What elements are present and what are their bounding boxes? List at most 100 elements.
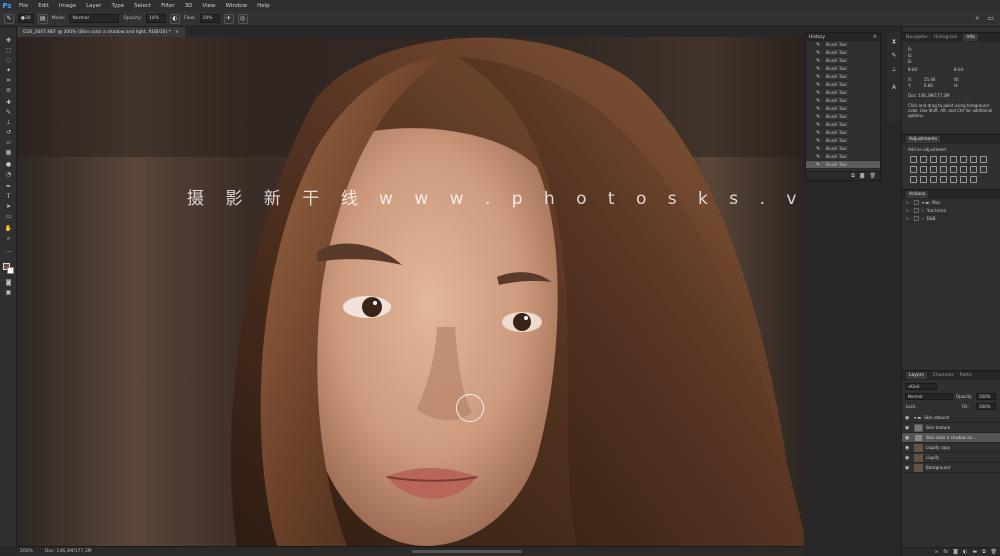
layer-kind-filter[interactable]: ⌕ Kind: [905, 383, 937, 390]
zoom-tool-icon[interactable]: ⌕: [4, 235, 13, 242]
healing-tool-icon[interactable]: ✚: [4, 99, 13, 106]
brush-tool-icon[interactable]: ✎: [4, 109, 13, 116]
adjustment-icon[interactable]: [910, 166, 917, 173]
brush-preset-picker[interactable]: ● 30: [18, 14, 34, 23]
history-item[interactable]: ✎ Brush Tool: [806, 105, 880, 113]
menu-layer[interactable]: Layer: [81, 3, 106, 9]
layer-name[interactable]: Skin texture: [926, 425, 950, 430]
history-item[interactable]: ✎ Brush Tool: [806, 145, 880, 153]
add-mask-icon[interactable]: ◙: [953, 549, 958, 555]
delete-layer-icon[interactable]: 🗑: [991, 549, 997, 555]
new-group-icon[interactable]: ▬: [972, 549, 977, 555]
layer-name[interactable]: Skin retouch: [924, 415, 949, 420]
workspace-icon[interactable]: ▭: [987, 14, 994, 23]
layer-row[interactable]: ◉ ▾ ▬ Skin retouch: [902, 413, 1000, 423]
layer-row[interactable]: ◉ Liquify: [902, 453, 1000, 463]
adjustment-icon[interactable]: [940, 176, 947, 183]
action-item[interactable]: ✓ › D&B: [902, 215, 1000, 223]
action-check-icon[interactable]: ✓: [906, 216, 911, 221]
adjustment-icon[interactable]: [910, 176, 917, 183]
pressure-opacity-icon[interactable]: ◐: [169, 13, 180, 24]
menu-image[interactable]: Image: [54, 3, 81, 9]
layer-row[interactable]: ◉ Skin color a shadow an...: [902, 433, 1000, 443]
new-layer-icon[interactable]: ⧉: [982, 549, 986, 555]
tab-histogram[interactable]: Histogram: [934, 35, 957, 40]
menu-file[interactable]: File: [14, 3, 33, 9]
history-item[interactable]: ✎ Brush Tool: [806, 161, 880, 169]
blur-tool-icon[interactable]: ●: [4, 161, 13, 168]
adjustment-icon[interactable]: [920, 176, 927, 183]
history-item[interactable]: ✎ Brush Tool: [806, 81, 880, 89]
camera-icon[interactable]: ◙: [860, 173, 865, 179]
brush-tool-icon[interactable]: ✎: [4, 13, 14, 24]
layer-thumbnail[interactable]: [914, 463, 923, 472]
eye-icon[interactable]: ◉: [905, 415, 911, 421]
flow-input[interactable]: 10%: [199, 14, 220, 23]
brush-settings-icon[interactable]: ✎: [890, 52, 898, 60]
layer-name[interactable]: Liquify copy: [926, 445, 950, 450]
mode-select[interactable]: Normal: [69, 14, 120, 23]
menu-3d[interactable]: 3D: [180, 3, 198, 9]
tab-channels[interactable]: Channels: [933, 373, 954, 378]
eraser-tool-icon[interactable]: ▱: [4, 139, 13, 146]
action-dialog-toggle[interactable]: [914, 216, 919, 221]
history-item[interactable]: ✎ Brush Tool: [806, 129, 880, 137]
adjustment-icon[interactable]: [980, 156, 987, 163]
layer-style-icon[interactable]: fx: [943, 549, 948, 555]
history-item[interactable]: ✎ Brush Tool: [806, 121, 880, 129]
opacity-input[interactable]: 14%: [145, 14, 166, 23]
screen-mode-icon[interactable]: ▣: [4, 289, 13, 296]
history-item[interactable]: ✎ Brush Tool: [806, 57, 880, 65]
folder-icon[interactable]: ▾ ▬: [914, 415, 921, 420]
adjustment-icon[interactable]: [950, 156, 957, 163]
eye-icon[interactable]: ◉: [905, 445, 911, 451]
adjustment-icon[interactable]: [980, 166, 987, 173]
history-item[interactable]: ✎ Brush Tool: [806, 113, 880, 121]
lasso-tool-icon[interactable]: ◌: [4, 57, 13, 64]
character-panel-icon[interactable]: A: [890, 84, 898, 92]
tab-navigator[interactable]: Navigator: [906, 35, 928, 40]
tab-info[interactable]: Info: [963, 34, 978, 41]
adjustment-icon[interactable]: [960, 166, 967, 173]
fill-input[interactable]: 100%: [976, 403, 996, 410]
layer-name[interactable]: Skin color a shadow an...: [926, 435, 976, 440]
adjustment-icon[interactable]: [930, 166, 937, 173]
layer-row[interactable]: ◉ Background: [902, 463, 1000, 473]
history-item[interactable]: ✎ Brush Tool: [806, 89, 880, 97]
type-tool-icon[interactable]: T: [4, 193, 13, 200]
layer-thumbnail[interactable]: [914, 443, 923, 452]
adjustment-icon[interactable]: [930, 176, 937, 183]
airbrush-icon[interactable]: ✈: [223, 13, 234, 24]
quick-mask-icon[interactable]: ◙: [4, 279, 13, 286]
shape-tool-icon[interactable]: ▭: [4, 213, 13, 220]
adjustment-icon[interactable]: [930, 156, 937, 163]
adjustment-icon[interactable]: [960, 156, 967, 163]
menu-filter[interactable]: Filter: [156, 3, 180, 9]
link-layers-icon[interactable]: ∞: [934, 549, 938, 555]
trash-icon[interactable]: 🗑: [870, 173, 876, 179]
layer-name[interactable]: Liquify: [926, 455, 939, 460]
eyedropper-tool-icon[interactable]: ⊘: [4, 87, 13, 94]
new-snapshot-icon[interactable]: ⧉: [851, 173, 855, 179]
pen-tool-icon[interactable]: ✒: [4, 183, 13, 190]
action-item[interactable]: ✓ › Частотка: [902, 207, 1000, 215]
layer-opacity-input[interactable]: 100%: [976, 393, 996, 400]
history-item[interactable]: ✎ Brush Tool: [806, 137, 880, 145]
dodge-tool-icon[interactable]: ◔: [4, 171, 13, 178]
adjustment-icon[interactable]: [920, 156, 927, 163]
history-item[interactable]: ✎ Brush Tool: [806, 73, 880, 81]
menu-window[interactable]: Window: [220, 3, 252, 9]
menu-select[interactable]: Select: [129, 3, 156, 9]
gradient-tool-icon[interactable]: ▦: [4, 149, 13, 156]
history-item[interactable]: ✎ Brush Tool: [806, 49, 880, 57]
eye-icon[interactable]: ◉: [905, 465, 911, 471]
horizontal-scrollbar[interactable]: [412, 550, 522, 553]
history-item[interactable]: ✎ Brush Tool: [806, 153, 880, 161]
marquee-tool-icon[interactable]: ⬚: [4, 47, 13, 54]
layer-thumbnail[interactable]: [914, 433, 923, 442]
crop-tool-icon[interactable]: ⌗: [4, 77, 13, 84]
expand-arrow-icon[interactable]: ›: [922, 216, 924, 221]
adjustment-icon[interactable]: [970, 176, 977, 183]
panel-menu-icon[interactable]: ≡: [873, 34, 877, 40]
folder-icon[interactable]: ▾ ▬: [922, 200, 929, 205]
